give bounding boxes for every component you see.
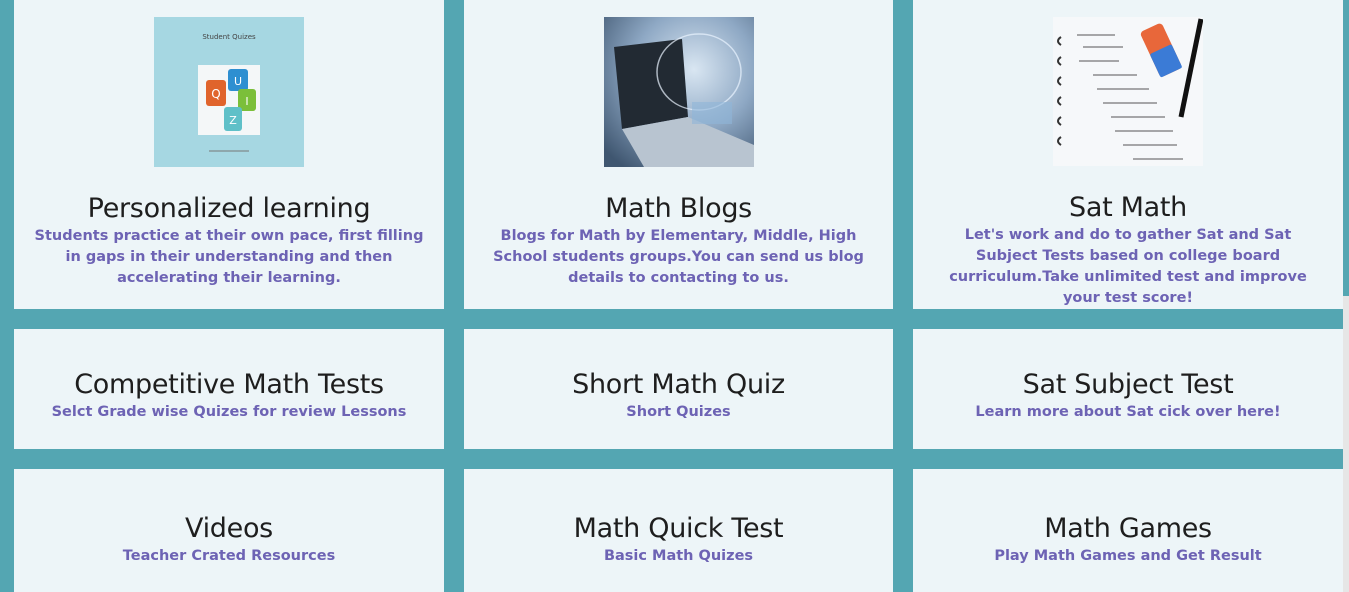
card-description: Play Math Games and Get Result: [994, 548, 1262, 564]
card-math-games[interactable]: Math Games Play Math Games and Get Resul…: [913, 469, 1343, 592]
thumb-heading: Student Quizes: [202, 33, 256, 41]
card-sat-math[interactable]: Sat Math Let's work and do to gather Sat…: [913, 0, 1343, 309]
card-title[interactable]: Personalized learning: [88, 194, 371, 224]
thumb-letter-z: Z: [229, 114, 237, 127]
card-math-quick-test[interactable]: Math Quick Test Basic Math Quizes: [464, 469, 893, 592]
laptop-image: [603, 17, 754, 167]
card-title[interactable]: Math Blogs: [605, 194, 752, 224]
card-title[interactable]: Short Math Quiz: [572, 369, 785, 400]
thumb-letter-q: Q: [211, 87, 220, 101]
card-short-math-quiz[interactable]: Short Math Quiz Short Quizes: [464, 329, 893, 449]
notebook-image: [1053, 17, 1203, 166]
card-personalized-learning[interactable]: Student Quizes Q U I Z Personalized lear…: [14, 0, 444, 309]
card-title[interactable]: Sat Math: [1069, 193, 1187, 223]
card-title[interactable]: Videos: [185, 514, 273, 544]
card-description: Basic Math Quizes: [603, 548, 754, 564]
card-description: Short Quizes: [626, 403, 731, 420]
card-title[interactable]: Math Games: [1044, 514, 1212, 544]
card-description: Students practice at their own pace, fir…: [34, 228, 424, 286]
card-competitive-math-tests[interactable]: Competitive Math Tests Selct Grade wise …: [14, 329, 444, 449]
card-description: Blogs for Math by Elementary, Middle, Hi…: [493, 228, 864, 286]
card-title[interactable]: Sat Subject Test: [1023, 369, 1234, 400]
card-title[interactable]: Competitive Math Tests: [74, 369, 384, 400]
thumb-letter-u: U: [234, 75, 242, 88]
card-sat-subject-test[interactable]: Sat Subject Test Learn more about Sat ci…: [913, 329, 1343, 449]
card-description: Teacher Crated Resources: [122, 548, 336, 564]
thumb-letter-i: I: [245, 95, 248, 108]
card-title[interactable]: Math Quick Test: [574, 514, 784, 544]
card-description: Selct Grade wise Quizes for review Lesso…: [51, 403, 407, 420]
card-videos[interactable]: Videos Teacher Crated Resources: [14, 469, 444, 592]
page-scrollbar[interactable]: [1343, 296, 1349, 592]
student-quizzes-image: Student Quizes Q U I Z: [154, 17, 304, 167]
card-description: Learn more about Sat cick over here!: [975, 403, 1281, 420]
card-description: Let's work and do to gather Sat and Sat …: [949, 227, 1307, 306]
card-math-blogs[interactable]: Math Blogs Blogs for Math by Elementary,…: [464, 0, 893, 309]
